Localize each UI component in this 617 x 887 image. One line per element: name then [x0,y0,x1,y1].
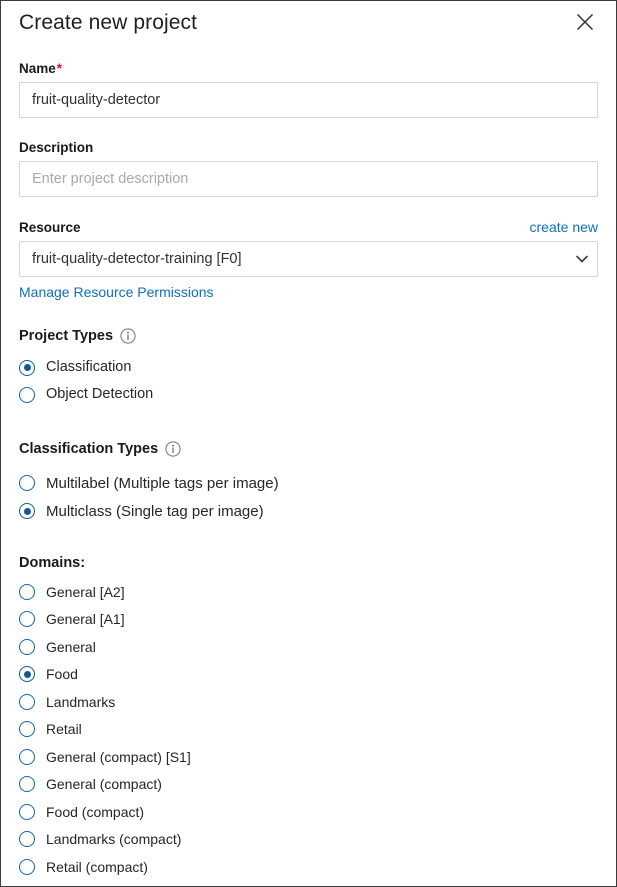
radio-label: Food (compact) [46,805,144,819]
radio-mark-icon [19,639,35,655]
page-title: Create new project [19,11,197,35]
domains-radio-group: General [A2] General [A1] General Food Landm… [19,578,598,881]
classification-types-heading: Classification Types [19,441,598,457]
name-label: Name* [19,61,598,76]
radio-mark-icon [19,721,35,737]
description-label: Description [19,140,598,155]
radio-domain-food-compact[interactable]: Food (compact) [19,798,598,826]
radio-label: General [A2] [46,585,125,599]
radio-domain-food[interactable]: Food [19,661,598,689]
radio-mark-icon [19,611,35,627]
create-new-project-dialog: Create new project Name* Description Res… [0,0,617,887]
manage-resource-permissions-link[interactable]: Manage Resource Permissions [19,284,214,300]
close-icon[interactable] [568,5,602,39]
classification-types-radio-group: Multilabel (Multiple tags per image) Mul… [19,469,598,525]
radio-label: Multiclass (Single tag per image) [46,504,264,519]
radio-multilabel[interactable]: Multilabel (Multiple tags per image) [19,469,598,497]
project-types-heading: Project Types [19,328,598,344]
radio-mark-icon [19,749,35,765]
radio-label: General [A1] [46,612,125,626]
radio-mark-icon [19,475,35,491]
radio-mark-icon [19,503,35,519]
radio-domain-landmarks-compact[interactable]: Landmarks (compact) [19,826,598,854]
resource-field-block: Resource create new fruit-quality-detect… [19,219,598,302]
resource-select[interactable]: fruit-quality-detector-training [F0] [19,241,598,277]
radio-label: Retail (compact) [46,860,148,874]
radio-classification[interactable]: Classification [19,354,598,381]
radio-mark-icon [19,694,35,710]
radio-domain-general[interactable]: General [19,633,598,661]
radio-label: Food [46,667,78,681]
radio-mark-icon [19,831,35,847]
radio-label: Retail [46,722,82,736]
radio-mark-icon [19,859,35,875]
resource-header-row: Resource create new [19,219,598,235]
project-types-heading-text: Project Types [19,328,113,344]
radio-mark-icon [19,666,35,682]
radio-object-detection[interactable]: Object Detection [19,381,598,408]
radio-label: Object Detection [46,387,153,402]
required-asterisk: * [57,61,62,76]
create-new-resource-link[interactable]: create new [530,219,598,235]
radio-multiclass[interactable]: Multiclass (Single tag per image) [19,497,598,525]
radio-label: General (compact) [S1] [46,750,191,764]
radio-domain-retail-compact[interactable]: Retail (compact) [19,853,598,881]
radio-label: Classification [46,360,131,375]
radio-mark-icon [19,584,35,600]
radio-domain-general-compact-s1[interactable]: General (compact) [S1] [19,743,598,771]
resource-label: Resource [19,220,81,235]
radio-label: Multilabel (Multiple tags per image) [46,476,279,491]
description-input[interactable] [19,161,598,197]
radio-label: Landmarks (compact) [46,832,181,846]
domains-heading: Domains: [19,555,598,571]
radio-domain-retail[interactable]: Retail [19,716,598,744]
radio-mark-icon [19,776,35,792]
radio-domain-general-compact[interactable]: General (compact) [19,771,598,799]
radio-label: General (compact) [46,777,162,791]
info-icon[interactable] [165,441,181,457]
radio-label: General [46,640,96,654]
name-label-text: Name [19,61,56,76]
description-field-block: Description [19,140,598,197]
dialog-header: Create new project [19,1,598,53]
radio-mark-icon [19,387,35,403]
radio-domain-landmarks[interactable]: Landmarks [19,688,598,716]
radio-label: Landmarks [46,695,115,709]
project-types-radio-group: Classification Object Detection [19,354,598,408]
radio-domain-general-a2[interactable]: General [A2] [19,578,598,606]
classification-types-heading-text: Classification Types [19,441,158,457]
info-icon[interactable] [120,328,136,344]
radio-mark-icon [19,360,35,376]
radio-domain-general-a1[interactable]: General [A1] [19,606,598,634]
radio-mark-icon [19,804,35,820]
name-input[interactable] [19,82,598,118]
name-field-block: Name* [19,61,598,118]
resource-select-wrap: fruit-quality-detector-training [F0] [19,241,598,277]
resource-select-value: fruit-quality-detector-training [F0] [32,251,242,267]
